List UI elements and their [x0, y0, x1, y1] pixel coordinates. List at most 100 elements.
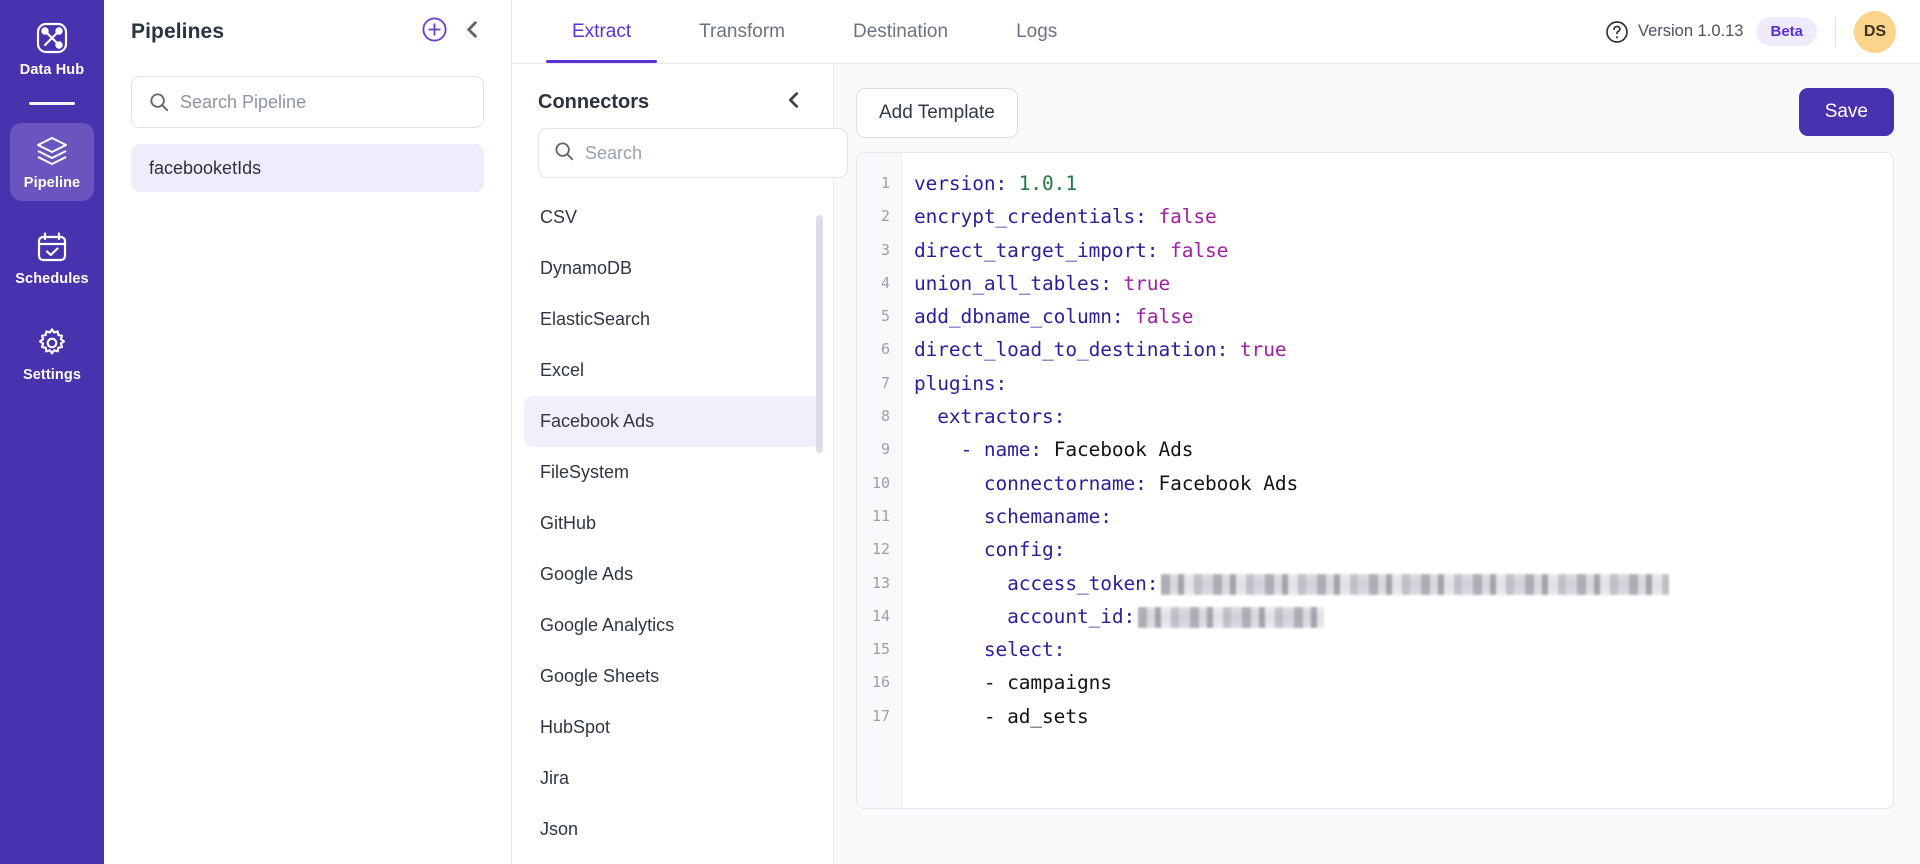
gear-icon	[35, 326, 69, 360]
collapse-connectors-button[interactable]	[777, 85, 811, 119]
yaml-list-item: - ad_sets	[984, 705, 1089, 728]
collapse-pipelines-button[interactable]	[455, 15, 489, 49]
yaml-value: 1.0.1	[1019, 172, 1077, 195]
yaml-key: add_dbname_column:	[914, 305, 1124, 328]
search-icon	[553, 140, 575, 167]
connector-name: Google Analytics	[540, 615, 674, 636]
code-line-5: add_dbname_column: false	[914, 300, 1893, 333]
connector-list-item[interactable]: HubSpot	[524, 702, 821, 753]
pipeline-search-input[interactable]	[180, 92, 469, 113]
yaml-value: Facebook Ads	[1158, 472, 1298, 495]
code-line-1: version: 1.0.1	[914, 167, 1893, 200]
nav-item-schedules[interactable]: Schedules	[10, 219, 94, 297]
connector-name: GitHub	[540, 513, 596, 534]
connector-list-item[interactable]: CSV	[524, 192, 821, 243]
code-line-11: schemaname:	[914, 500, 1893, 533]
yaml-key: union_all_tables:	[914, 272, 1112, 295]
tab-extract[interactable]: Extract	[538, 0, 665, 63]
main-content: Extract Transform Destination Logs	[512, 0, 1920, 864]
yaml-key: config:	[984, 538, 1065, 561]
connector-list-item[interactable]: Google Sheets	[524, 651, 821, 702]
tab-destination[interactable]: Destination	[819, 0, 982, 63]
yaml-value: true	[1124, 272, 1171, 295]
pipeline-list-item[interactable]: facebooketIds	[131, 144, 484, 192]
line-number: 4	[857, 267, 901, 300]
connector-list-item[interactable]: Google Analytics	[524, 600, 821, 651]
connectors-panel: Connectors	[512, 64, 834, 864]
tab-label: Extract	[572, 21, 631, 43]
add-pipeline-button[interactable]	[417, 15, 451, 49]
connector-list-item[interactable]: Jira	[524, 753, 821, 804]
connector-name: Jira	[540, 768, 569, 789]
pipelines-title: Pipelines	[131, 20, 413, 44]
avatar[interactable]: DS	[1854, 11, 1896, 53]
yaml-key: schemaname:	[984, 505, 1112, 528]
connector-name: FileSystem	[540, 462, 629, 483]
connector-name: Excel	[540, 360, 584, 381]
nav-item-pipeline[interactable]: Pipeline	[10, 123, 94, 201]
line-number-gutter: 1 2 3 4 5 6 7 8 9 10 11 12 13 14	[857, 153, 902, 808]
connector-list-item[interactable]: DynamoDB	[524, 243, 821, 294]
yaml-key: direct_target_import:	[914, 239, 1158, 262]
line-number: 16	[857, 666, 901, 699]
yaml-key: direct_load_to_destination:	[914, 338, 1228, 361]
nav-item-label: Pipeline	[24, 175, 80, 191]
code-line-14: account_id:	[914, 600, 1893, 633]
tab-label: Logs	[1016, 21, 1057, 43]
line-number: 12	[857, 533, 901, 566]
yaml-value: false	[1170, 239, 1228, 262]
yaml-editor[interactable]: 1 2 3 4 5 6 7 8 9 10 11 12 13 14	[856, 152, 1894, 809]
line-number: 5	[857, 300, 901, 333]
yaml-key: - name:	[961, 438, 1042, 461]
save-button[interactable]: Save	[1799, 88, 1894, 136]
pipeline-search[interactable]	[131, 76, 484, 128]
line-number: 1	[857, 167, 901, 200]
connector-list-item-selected[interactable]: Facebook Ads	[524, 396, 821, 447]
nav-item-label: Data Hub	[20, 62, 84, 78]
connector-list-item[interactable]: ElasticSearch	[524, 294, 821, 345]
line-number: 11	[857, 500, 901, 533]
tab-transform[interactable]: Transform	[665, 0, 819, 63]
connector-name: Google Sheets	[540, 666, 659, 687]
yaml-key: connectorname:	[984, 472, 1147, 495]
yaml-value: Facebook Ads	[1054, 438, 1194, 461]
connector-list-item[interactable]: Excel	[524, 345, 821, 396]
connector-list[interactable]: CSV DynamoDB ElasticSearch Excel Faceboo…	[512, 192, 833, 864]
connector-list-scrollbar-thumb[interactable]	[816, 215, 823, 453]
plus-circle-icon	[421, 16, 448, 48]
connector-list-item[interactable]: FileSystem	[524, 447, 821, 498]
tab-logs[interactable]: Logs	[982, 0, 1091, 63]
connector-list-item[interactable]: Json	[524, 804, 821, 855]
app-root: Data Hub Pipeline	[0, 0, 1920, 864]
connector-list-item[interactable]: GitHub	[524, 498, 821, 549]
chevron-left-icon	[461, 18, 484, 46]
layers-icon	[35, 134, 69, 168]
yaml-key: version:	[914, 172, 1007, 195]
connectors-header: Connectors	[512, 64, 833, 118]
code-line-7: plugins:	[914, 367, 1893, 400]
connector-search-input[interactable]	[585, 143, 833, 164]
add-template-button[interactable]: Add Template	[856, 88, 1018, 138]
nav-item-settings[interactable]: Settings	[10, 315, 94, 393]
code-line-12: config:	[914, 533, 1893, 566]
line-number: 6	[857, 333, 901, 366]
nav-item-data-hub[interactable]: Data Hub	[10, 10, 94, 88]
connector-search[interactable]	[538, 128, 848, 178]
connector-name: Google Ads	[540, 564, 633, 585]
top-bar: Extract Transform Destination Logs	[512, 0, 1920, 64]
code-line-6: direct_load_to_destination: true	[914, 333, 1893, 366]
line-number: 13	[857, 567, 901, 600]
question-circle-icon[interactable]	[1605, 20, 1629, 44]
editor-toolbar: Add Template Save	[856, 88, 1894, 142]
connector-list-scrollbar[interactable]	[821, 202, 828, 864]
calendar-check-icon	[35, 230, 69, 264]
yaml-value: true	[1240, 338, 1287, 361]
code-line-17: - ad_sets	[914, 700, 1893, 733]
yaml-code-content[interactable]: version: 1.0.1 encrypt_credentials: fals…	[902, 153, 1893, 808]
yaml-key: access_token:	[1007, 572, 1158, 595]
connector-list-item[interactable]: Google Ads	[524, 549, 821, 600]
code-line-10: connectorname: Facebook Ads	[914, 467, 1893, 500]
search-icon	[146, 91, 172, 113]
connector-name: Facebook Ads	[540, 411, 654, 432]
code-line-13: access_token:	[914, 567, 1893, 600]
